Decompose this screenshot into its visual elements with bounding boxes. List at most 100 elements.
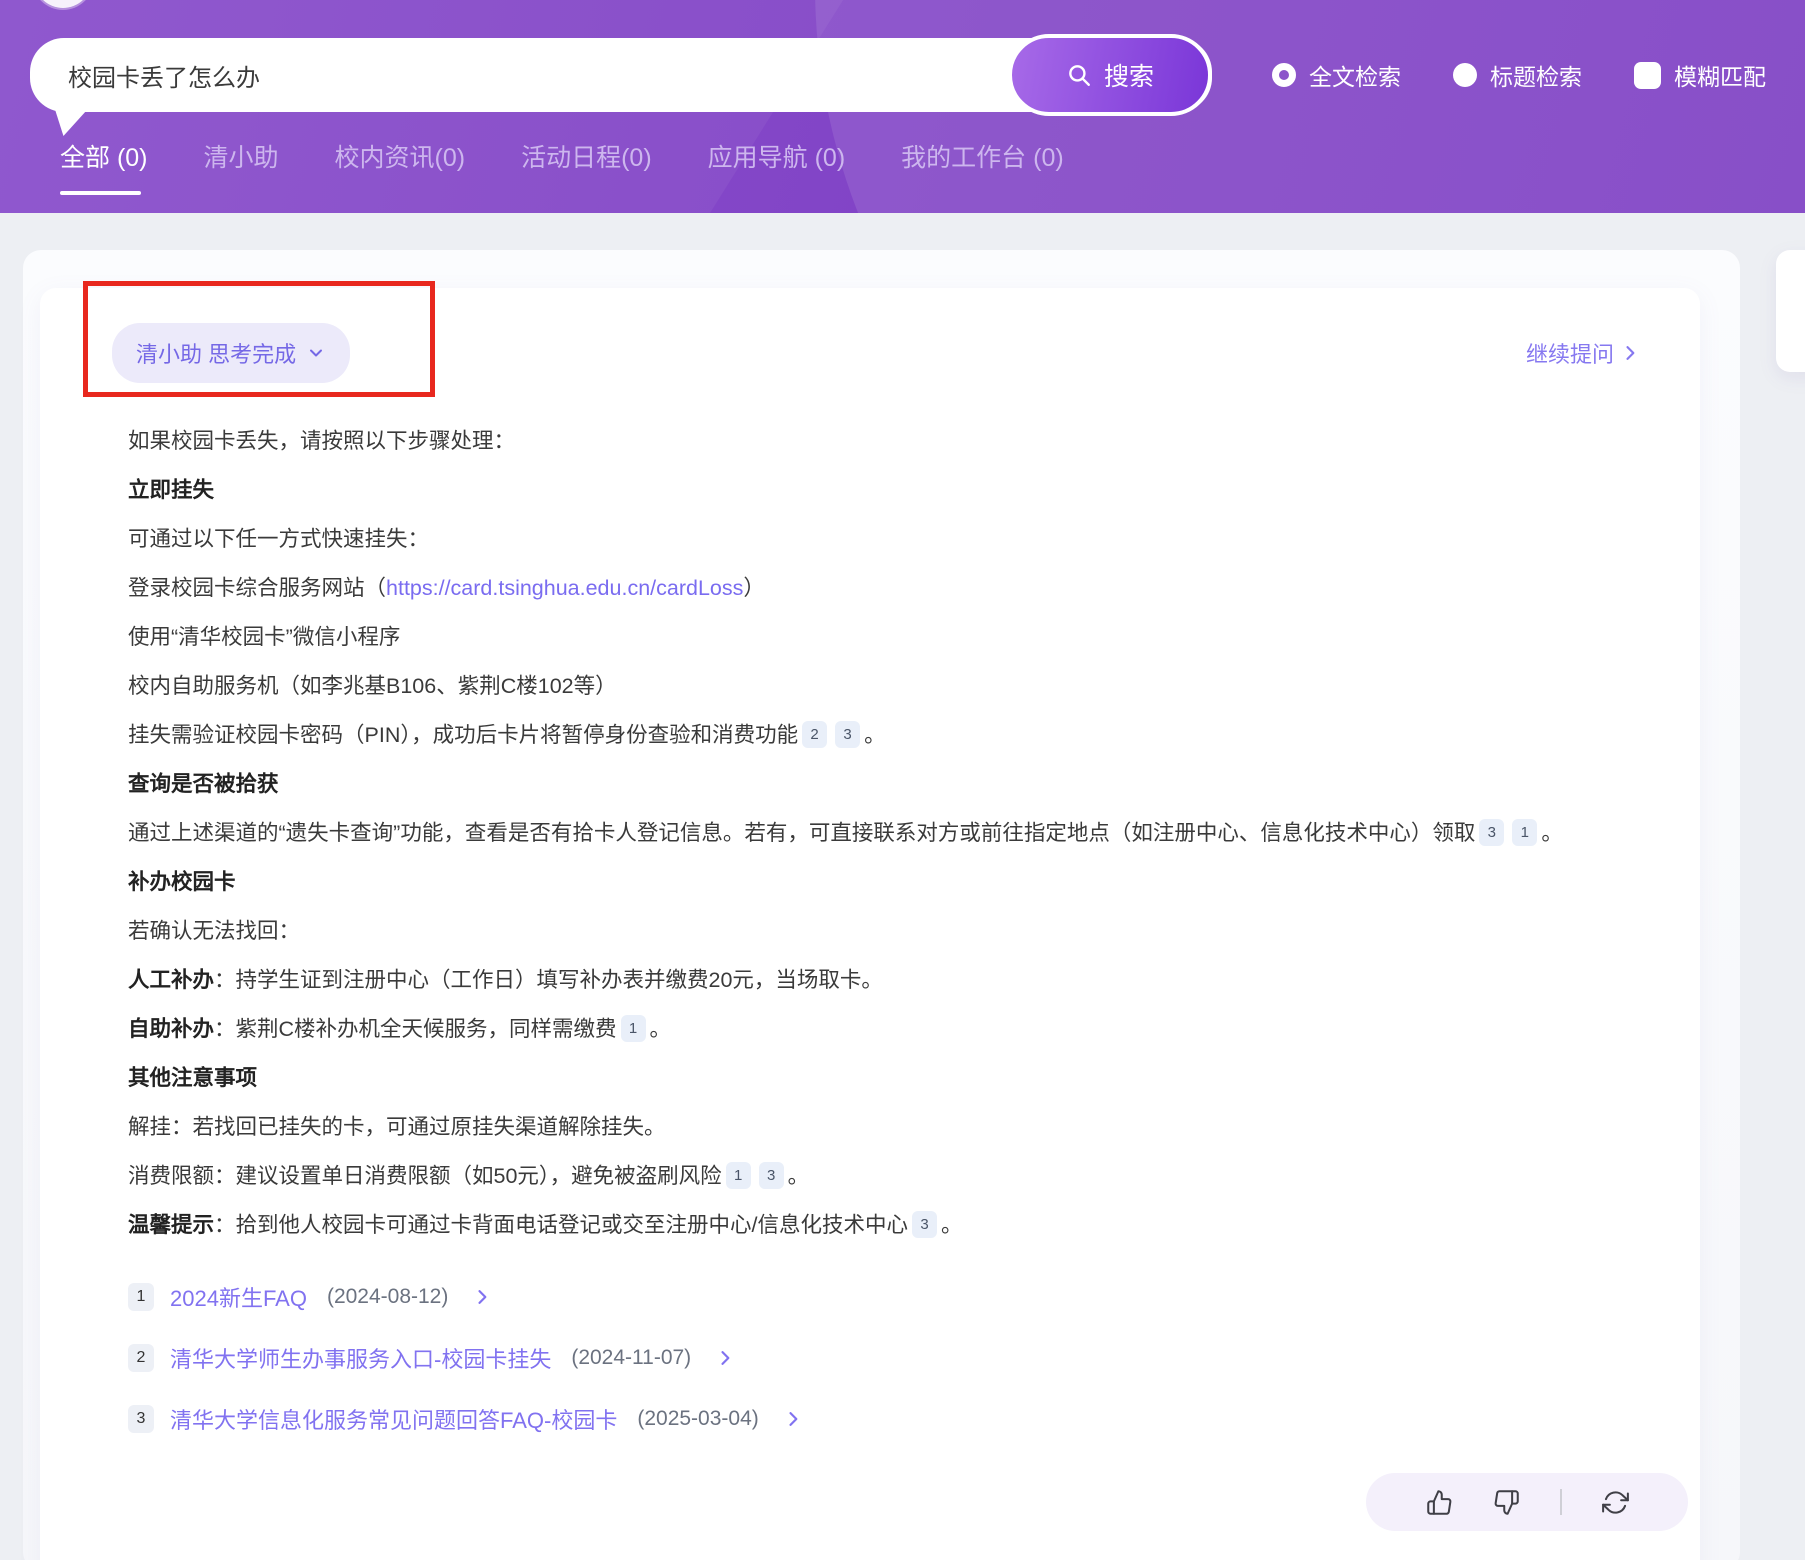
results-page: 清小助 思考完成 继续提问 如果校园卡丢失，请按照以下步骤处理： 立即挂失可通过以… [0, 213, 1805, 1560]
answer-paragraph: 查询是否被拾获 [128, 760, 1640, 809]
answer-text: 校内自助服务机（如李兆基B106、紫荆C楼102等） [128, 674, 617, 698]
citation-badge[interactable]: 2 [802, 721, 827, 748]
reference-number-badge: 2 [128, 1344, 154, 1372]
result-tabs: 全部 (0) 清小助校内资讯(0) 活动日程(0) 应用导航 (0) 我的工作台 (0) [60, 138, 1064, 195]
answer-text: 。 [941, 1213, 963, 1237]
answer-paragraph: 若确认无法找回： [128, 907, 1640, 956]
answer-paragraph: 消费限额：建议设置单日消费限额（如50元），避免被盗刷风险13。 [128, 1152, 1640, 1201]
answer-bold-text: 其他注意事项 [128, 1066, 257, 1090]
continue-asking-link[interactable]: 继续提问 [1526, 337, 1640, 369]
reference-link[interactable]: 清华大学信息化服务常见问题回答FAQ-校园卡 [170, 1403, 617, 1435]
thumbs-down-icon[interactable] [1493, 1489, 1520, 1516]
chevron-down-icon [306, 343, 326, 363]
reference-row: 3 清华大学信息化服务常见问题回答FAQ-校园卡 (2025-03-04) [128, 1388, 1640, 1449]
app-header: 搜索 全文检索 标题检索 模糊匹配 全部 (0) 清小助校内资讯(0) 活动日程(0… [0, 0, 1805, 213]
answer-paragraph: 如果校园卡丢失，请按照以下步骤处理： [128, 417, 1640, 466]
answer-link[interactable]: https://card.tsinghua.edu.cn/cardLoss [386, 576, 743, 600]
tab-3[interactable]: 活动日程(0) [521, 138, 652, 195]
reference-row: 2 清华大学师生办事服务入口-校园卡挂失 (2024-11-07) [128, 1327, 1640, 1388]
search-icon [1066, 62, 1092, 88]
answer-paragraph: 补办校园卡 [128, 858, 1640, 907]
answer-text: 如果校园卡丢失，请按照以下步骤处理： [128, 429, 515, 453]
chevron-right-icon [1620, 343, 1640, 363]
tab-2[interactable]: 校内资讯(0) [335, 138, 466, 195]
tab-1[interactable]: 清小助 [204, 138, 279, 195]
answer-text: 挂失需验证校园卡密码（PIN），成功后卡片将暂停身份查验和消费功能 [128, 723, 798, 747]
answer-paragraph: 登录校园卡综合服务网站（https://card.tsinghua.edu.cn… [128, 564, 1640, 613]
citation-badge[interactable]: 3 [835, 721, 860, 748]
tab-5[interactable]: 我的工作台 (0) [901, 138, 1064, 195]
reference-link[interactable]: 清华大学师生办事服务入口-校园卡挂失 [170, 1342, 551, 1374]
answer-text: 可通过以下任一方式快速挂失： [128, 527, 429, 551]
search-button[interactable]: 搜索 [1008, 34, 1212, 116]
citation-badge[interactable]: 3 [912, 1211, 937, 1238]
answer-text: 使用“清华校园卡”微信小程序 [128, 625, 400, 649]
citation-badge[interactable]: 1 [1512, 819, 1537, 846]
search-mode-options: 全文检索 标题检索 模糊匹配 [1272, 58, 1766, 92]
answer-text: 若确认无法找回： [128, 919, 300, 943]
answer-text: 登录校园卡综合服务网站（ [128, 576, 386, 600]
answer-paragraph: 校内自助服务机（如李兆基B106、紫荆C楼102等） [128, 662, 1640, 711]
search-button-label: 搜索 [1104, 57, 1154, 93]
answer-text: 消费限额：建议设置单日消费限额（如50元），避免被盗刷风险 [128, 1164, 722, 1188]
tab-4[interactable]: 应用导航 (0) [708, 138, 846, 195]
answer-text: 。 [864, 723, 886, 747]
reference-number-badge: 3 [128, 1405, 154, 1433]
answer-bold-text: 补办校园卡 [128, 870, 236, 894]
radio-selected-icon [1272, 63, 1296, 87]
reference-link[interactable]: 2024新生FAQ [170, 1281, 307, 1313]
regenerate-icon[interactable] [1602, 1489, 1629, 1516]
answer-bold-text: 自助补办 [128, 1017, 214, 1041]
citation-badge[interactable]: 1 [726, 1162, 751, 1189]
option-fuzzy-match[interactable]: 模糊匹配 [1634, 58, 1766, 92]
assistant-answer-card: 清小助 思考完成 继续提问 如果校园卡丢失，请按照以下步骤处理： 立即挂失可通过以… [40, 288, 1700, 1560]
side-widget-card[interactable] [1776, 250, 1805, 372]
option-fulltext-search[interactable]: 全文检索 [1272, 58, 1401, 92]
option-title-label: 标题检索 [1490, 58, 1582, 92]
answer-paragraph: 可通过以下任一方式快速挂失： [128, 515, 1640, 564]
assistant-status-label: 清小助 思考完成 [136, 337, 296, 369]
answer-paragraph: 人工补办：持学生证到注册中心（工作日）填写补办表并缴费20元，当场取卡。 [128, 956, 1640, 1005]
answer-paragraph: 使用“清华校园卡”微信小程序 [128, 613, 1640, 662]
answer-paragraph: 温馨提示：拾到他人校园卡可通过卡背面电话登记或交至注册中心/信息化技术中心3。 [128, 1201, 1640, 1250]
reference-date: (2024-11-07) [571, 1346, 691, 1370]
answer-bold-text: 人工补办 [128, 968, 214, 992]
answer-card-header: 清小助 思考完成 继续提问 [112, 323, 1640, 383]
feedback-row [128, 1473, 1688, 1531]
answer-text: 。 [788, 1164, 810, 1188]
option-title-search[interactable]: 标题检索 [1453, 58, 1582, 92]
assistant-status-pill[interactable]: 清小助 思考完成 [112, 323, 350, 383]
answer-body: 如果校园卡丢失，请按照以下步骤处理： 立即挂失可通过以下任一方式快速挂失： 登录校园… [128, 417, 1640, 1250]
chevron-right-icon[interactable] [715, 1348, 735, 1368]
answer-text: ：紫荆C楼补办机全天候服务，同样需缴费 [214, 1017, 617, 1041]
chevron-right-icon[interactable] [783, 1409, 803, 1429]
citation-badge[interactable]: 1 [621, 1015, 646, 1042]
feedback-pill [1366, 1473, 1688, 1531]
answer-bold-text: 查询是否被拾获 [128, 772, 279, 796]
answer-paragraph: 其他注意事项 [128, 1054, 1640, 1103]
answer-paragraph: 通过上述渠道的“遗失卡查询”功能，查看是否有拾卡人登记信息。若有，可直接联系对方… [128, 809, 1640, 858]
answer-text: ） [743, 576, 765, 600]
answer-bold-text: 温馨提示 [128, 1213, 214, 1237]
answer-paragraph: 自助补办：紫荆C楼补办机全天候服务，同样需缴费1。 [128, 1005, 1640, 1054]
reference-date: (2025-03-04) [637, 1407, 758, 1431]
option-fuzzy-label: 模糊匹配 [1674, 58, 1766, 92]
search-input[interactable] [30, 61, 1152, 89]
reference-list: 12024新生FAQ(2024-08-12)2清华大学师生办事服务入口-校园卡挂… [128, 1266, 1640, 1449]
feedback-divider [1560, 1489, 1562, 1515]
reference-date: (2024-08-12) [327, 1285, 448, 1309]
answer-text: 解挂：若找回已挂失的卡，可通过原挂失渠道解除挂失。 [128, 1115, 666, 1139]
answer-text: 。 [650, 1017, 672, 1041]
thumbs-up-icon[interactable] [1426, 1489, 1453, 1516]
chevron-right-icon[interactable] [472, 1287, 492, 1307]
answer-text: ：持学生证到注册中心（工作日）填写补办表并缴费20元，当场取卡。 [214, 968, 883, 992]
answer-paragraph: 立即挂失 [128, 466, 1640, 515]
answer-paragraph: 挂失需验证校园卡密码（PIN），成功后卡片将暂停身份查验和消费功能23。 [128, 711, 1640, 760]
answer-paragraph: 解挂：若找回已挂失的卡，可通过原挂失渠道解除挂失。 [128, 1103, 1640, 1152]
citation-badge[interactable]: 3 [1479, 819, 1504, 846]
tab-0[interactable]: 全部 (0) [60, 138, 148, 195]
checkbox-unchecked-icon [1634, 62, 1661, 89]
reference-row: 12024新生FAQ(2024-08-12) [128, 1266, 1640, 1327]
citation-badge[interactable]: 3 [759, 1162, 784, 1189]
answer-bold-text: 立即挂失 [128, 478, 214, 502]
